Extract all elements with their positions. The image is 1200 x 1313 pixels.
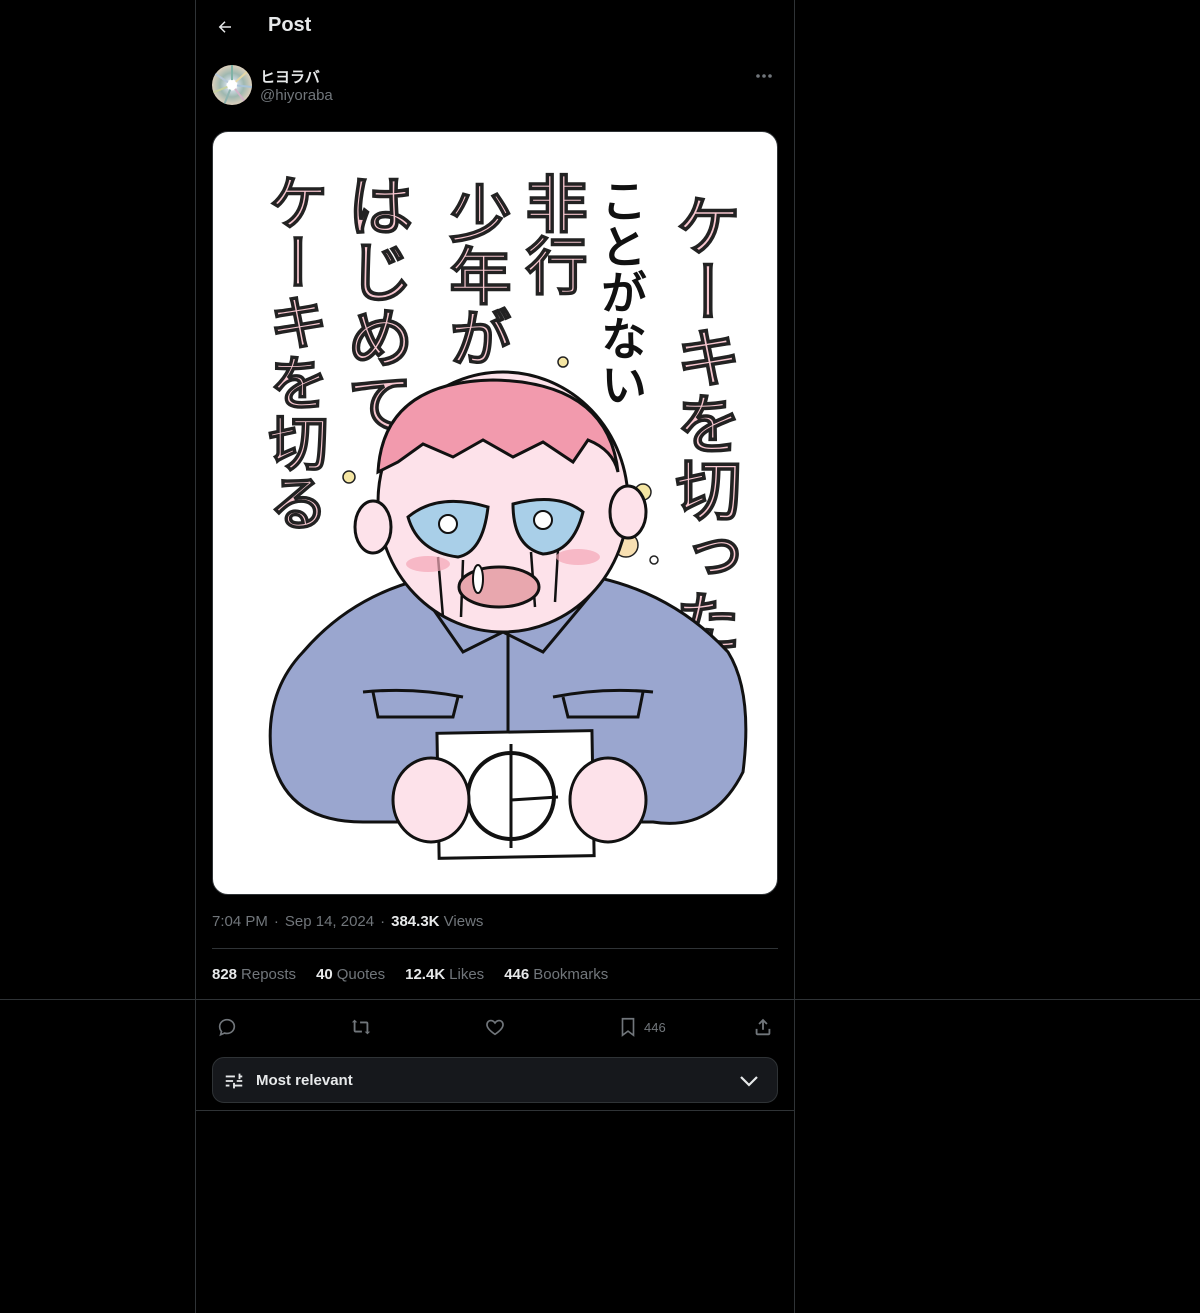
bookmark-count: 446 [644,1019,666,1035]
post-date[interactable]: Sep 14, 2024 [285,913,374,930]
views-count: 384.3K [391,913,440,930]
likes-count: 12.4K [405,966,446,983]
avatar[interactable] [212,65,252,105]
text-column-5: はじめて [337,172,414,436]
sliders-icon [223,1070,245,1092]
likes-stat[interactable]: 12.4K Likes [405,966,484,983]
more-horizontal-icon [756,74,772,78]
author-row: ヒヨラバ @hiyoraba [212,64,778,108]
author-name[interactable]: ヒヨラバ [260,66,320,87]
text-column-6: ケーキを切る [258,172,328,532]
author-handle[interactable]: @hiyoraba [260,87,333,104]
reply-button[interactable] [216,1012,238,1042]
text-column-4: 少年が [439,182,512,368]
bookmarks-stat[interactable]: 446 Bookmarks [504,966,608,983]
bookmark-button[interactable]: 446 [618,1012,666,1042]
post-time[interactable]: 7:04 PM [212,913,268,930]
meta-separator: · [380,913,386,930]
crying-boy-illustration: ケーキを切った ことがない 非行 少年が はじめて ケーキを切る [257,171,748,860]
bookmarks-label: Bookmarks [533,966,609,983]
more-options-button[interactable] [750,64,778,88]
arrow-left-icon [218,21,231,33]
post-image[interactable]: ケーキを切った ことがない 非行 少年が はじめて ケーキを切る [212,131,778,895]
repost-icon [351,1019,371,1035]
quotes-count: 40 [316,966,333,983]
page-title: Post [268,14,312,36]
reposts-count: 828 [212,966,238,983]
reposts-stat[interactable]: 828 Reposts [212,966,296,983]
reply-sort-dropdown[interactable]: Most relevant [212,1057,778,1103]
quotes-label: Quotes [336,966,386,983]
views-label: Views [443,913,484,930]
bookmark-icon [621,1017,635,1037]
likes-label: Likes [449,966,485,983]
action-bar: 446 [212,1012,778,1042]
heart-icon [486,1019,504,1036]
like-button[interactable] [484,1012,506,1042]
meta-separator: · [273,913,279,930]
reposts-label: Reposts [241,966,297,983]
post-stats: 828 Reposts 40 Quotes 12.4K Likes 446 Bookma… [212,966,608,983]
back-button[interactable] [212,14,238,40]
post-column: Post ヒヨラバ @hiyoraba ケーキを切った ことがない 非行 少年が… [195,0,795,1313]
quotes-stat[interactable]: 40 Quotes [316,966,385,983]
bookmarks-count: 446 [504,966,530,983]
share-icon [755,1018,771,1036]
divider [212,948,778,949]
text-column-1: ケーキを切った [665,192,742,654]
text-column-3: 非行 [515,172,588,296]
text-column-2: ことがない [594,177,648,407]
header: Post [196,0,794,54]
reply-icon [218,1018,236,1037]
post-meta: 7:04 PM · Sep 14, 2024 · 384.3K Views [212,913,483,930]
divider [196,1110,794,1111]
chevron-down-icon [739,1072,759,1090]
share-button[interactable] [752,1012,774,1042]
sort-label: Most relevant [256,1072,353,1089]
avatar-image [212,65,252,105]
repost-button[interactable] [350,1012,372,1042]
